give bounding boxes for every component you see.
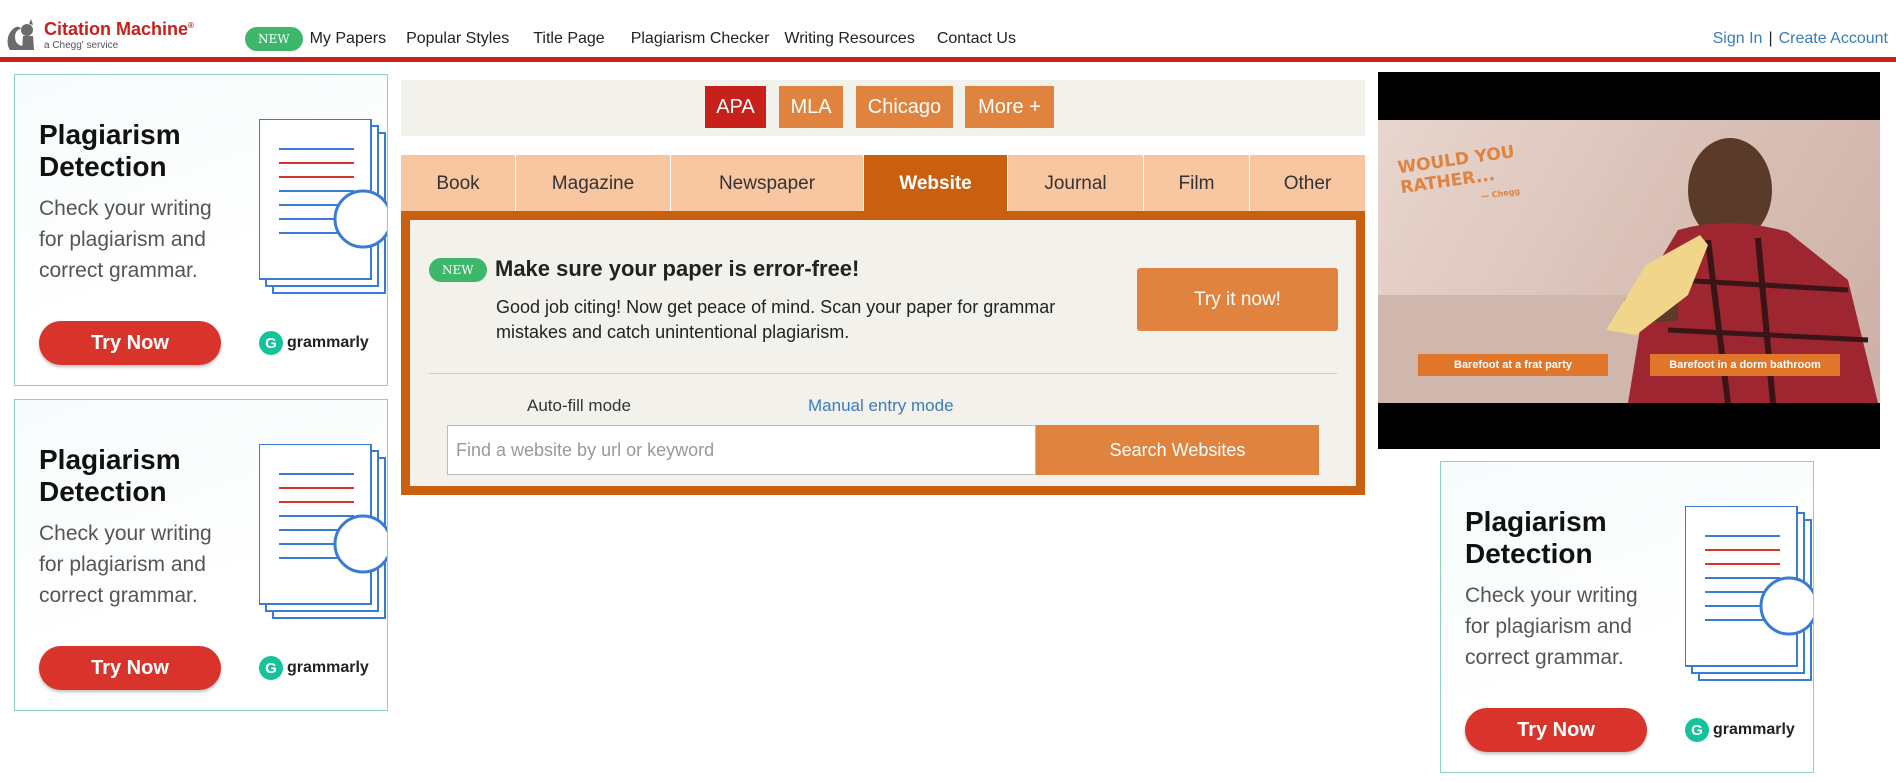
website-search-input[interactable] — [447, 425, 1036, 475]
tab-magazine[interactable]: Magazine — [516, 155, 671, 213]
nav-title-page[interactable]: Title Page — [533, 30, 604, 48]
grammarly-g-icon: G — [259, 656, 283, 680]
try-now-button[interactable]: Try Now — [1465, 708, 1647, 752]
tab-other[interactable]: Other — [1250, 155, 1365, 213]
try-it-now-button[interactable]: Try it now! — [1137, 268, 1338, 331]
try-now-button[interactable]: Try Now — [39, 321, 221, 365]
auth-links: Sign In | Create Account — [1713, 30, 1888, 48]
main-nav: NEW My Papers Popular Styles Title Page … — [245, 22, 1036, 56]
ad-grammarly-right[interactable]: Plagiarism Detection Check your writing … — [1440, 461, 1814, 773]
grammarly-wordmark: grammarly — [287, 334, 369, 351]
auto-fill-mode-tab[interactable]: Auto-fill mode — [527, 396, 631, 416]
search-websites-button[interactable]: Search Websites — [1036, 425, 1319, 475]
source-type-tabs: Book Magazine Newspaper Website Journal … — [401, 155, 1365, 213]
document-stack-icon — [1685, 506, 1813, 681]
ad-grammarly-left-top[interactable]: Plagiarism Detection Check your writing … — [14, 74, 388, 386]
grammarly-wordmark: grammarly — [287, 659, 369, 676]
tab-website[interactable]: Website — [864, 155, 1008, 213]
divider — [429, 373, 1337, 374]
ad-title: Plagiarism Detection — [39, 119, 181, 182]
nav-my-papers[interactable]: My Papers — [310, 30, 386, 48]
squirrel-icon — [7, 19, 34, 50]
create-account-link[interactable]: Create Account — [1779, 30, 1888, 47]
grammarly-g-icon: G — [1685, 718, 1709, 742]
promo-body: Good job citing! Now get peace of mind. … — [496, 297, 1056, 342]
site-header: Citation Machine® a Chegg' service NEW M… — [0, 0, 1896, 62]
sign-in-link[interactable]: Sign In — [1713, 30, 1763, 47]
option-left[interactable]: Barefoot at a frat party — [1418, 354, 1608, 376]
brand-name: Citation Machine® — [44, 19, 194, 39]
tab-newspaper[interactable]: Newspaper — [671, 155, 864, 213]
ad-title: Plagiarism Detection — [1465, 506, 1607, 569]
auth-separator: | — [1768, 30, 1773, 47]
new-badge: NEW — [245, 27, 303, 51]
tab-book[interactable]: Book — [401, 155, 516, 213]
brand-subtitle: a Chegg' service — [44, 40, 119, 51]
promo-title: Make sure your paper is error-free! — [495, 256, 860, 281]
ad-body: Check your writing for plagiarism and co… — [39, 197, 212, 282]
nav-writing-resources[interactable]: Writing Resources — [784, 30, 914, 48]
citation-style-bar: APA MLA Chicago More + — [401, 80, 1365, 136]
grammarly-logo: Ggrammarly — [259, 656, 369, 680]
tab-film[interactable]: Film — [1144, 155, 1250, 213]
ad-grammarly-left-bottom[interactable]: Plagiarism Detection Check your writing … — [14, 399, 388, 711]
style-chicago-button[interactable]: Chicago — [856, 86, 953, 128]
new-badge: NEW — [429, 258, 487, 282]
nav-contact-us[interactable]: Contact Us — [937, 30, 1016, 48]
try-now-button[interactable]: Try Now — [39, 646, 221, 690]
ad-title: Plagiarism Detection — [39, 444, 181, 507]
nav-popular-styles[interactable]: Popular Styles — [406, 30, 509, 48]
ad-body: Check your writing for plagiarism and co… — [39, 522, 212, 607]
ad-body: Check your writing for plagiarism and co… — [1465, 584, 1638, 669]
grammarly-logo: Ggrammarly — [1685, 718, 1795, 742]
style-mla-button[interactable]: MLA — [779, 86, 843, 128]
style-apa-button[interactable]: APA — [705, 86, 766, 128]
video-ad[interactable]: WOULD YOU RATHER... — Chegg Barefoot at a… — [1378, 72, 1880, 449]
document-stack-icon — [259, 119, 387, 294]
website-citation-panel: NEW Make sure your paper is error-free! … — [401, 211, 1365, 495]
grammarly-wordmark: grammarly — [1713, 721, 1795, 738]
document-stack-icon — [259, 444, 387, 619]
grammarly-logo: Ggrammarly — [259, 331, 369, 355]
grammarly-g-icon: G — [259, 331, 283, 355]
tab-journal[interactable]: Journal — [1008, 155, 1144, 213]
manual-entry-mode-link[interactable]: Manual entry mode — [808, 396, 954, 416]
option-right[interactable]: Barefoot in a dorm bathroom — [1650, 354, 1840, 376]
nav-plagiarism-checker[interactable]: Plagiarism Checker — [631, 30, 770, 48]
site-logo[interactable]: Citation Machine® a Chegg' service — [4, 16, 204, 56]
video-frame: WOULD YOU RATHER... — Chegg Barefoot at a… — [1378, 120, 1880, 403]
style-more-button[interactable]: More + — [965, 86, 1054, 128]
